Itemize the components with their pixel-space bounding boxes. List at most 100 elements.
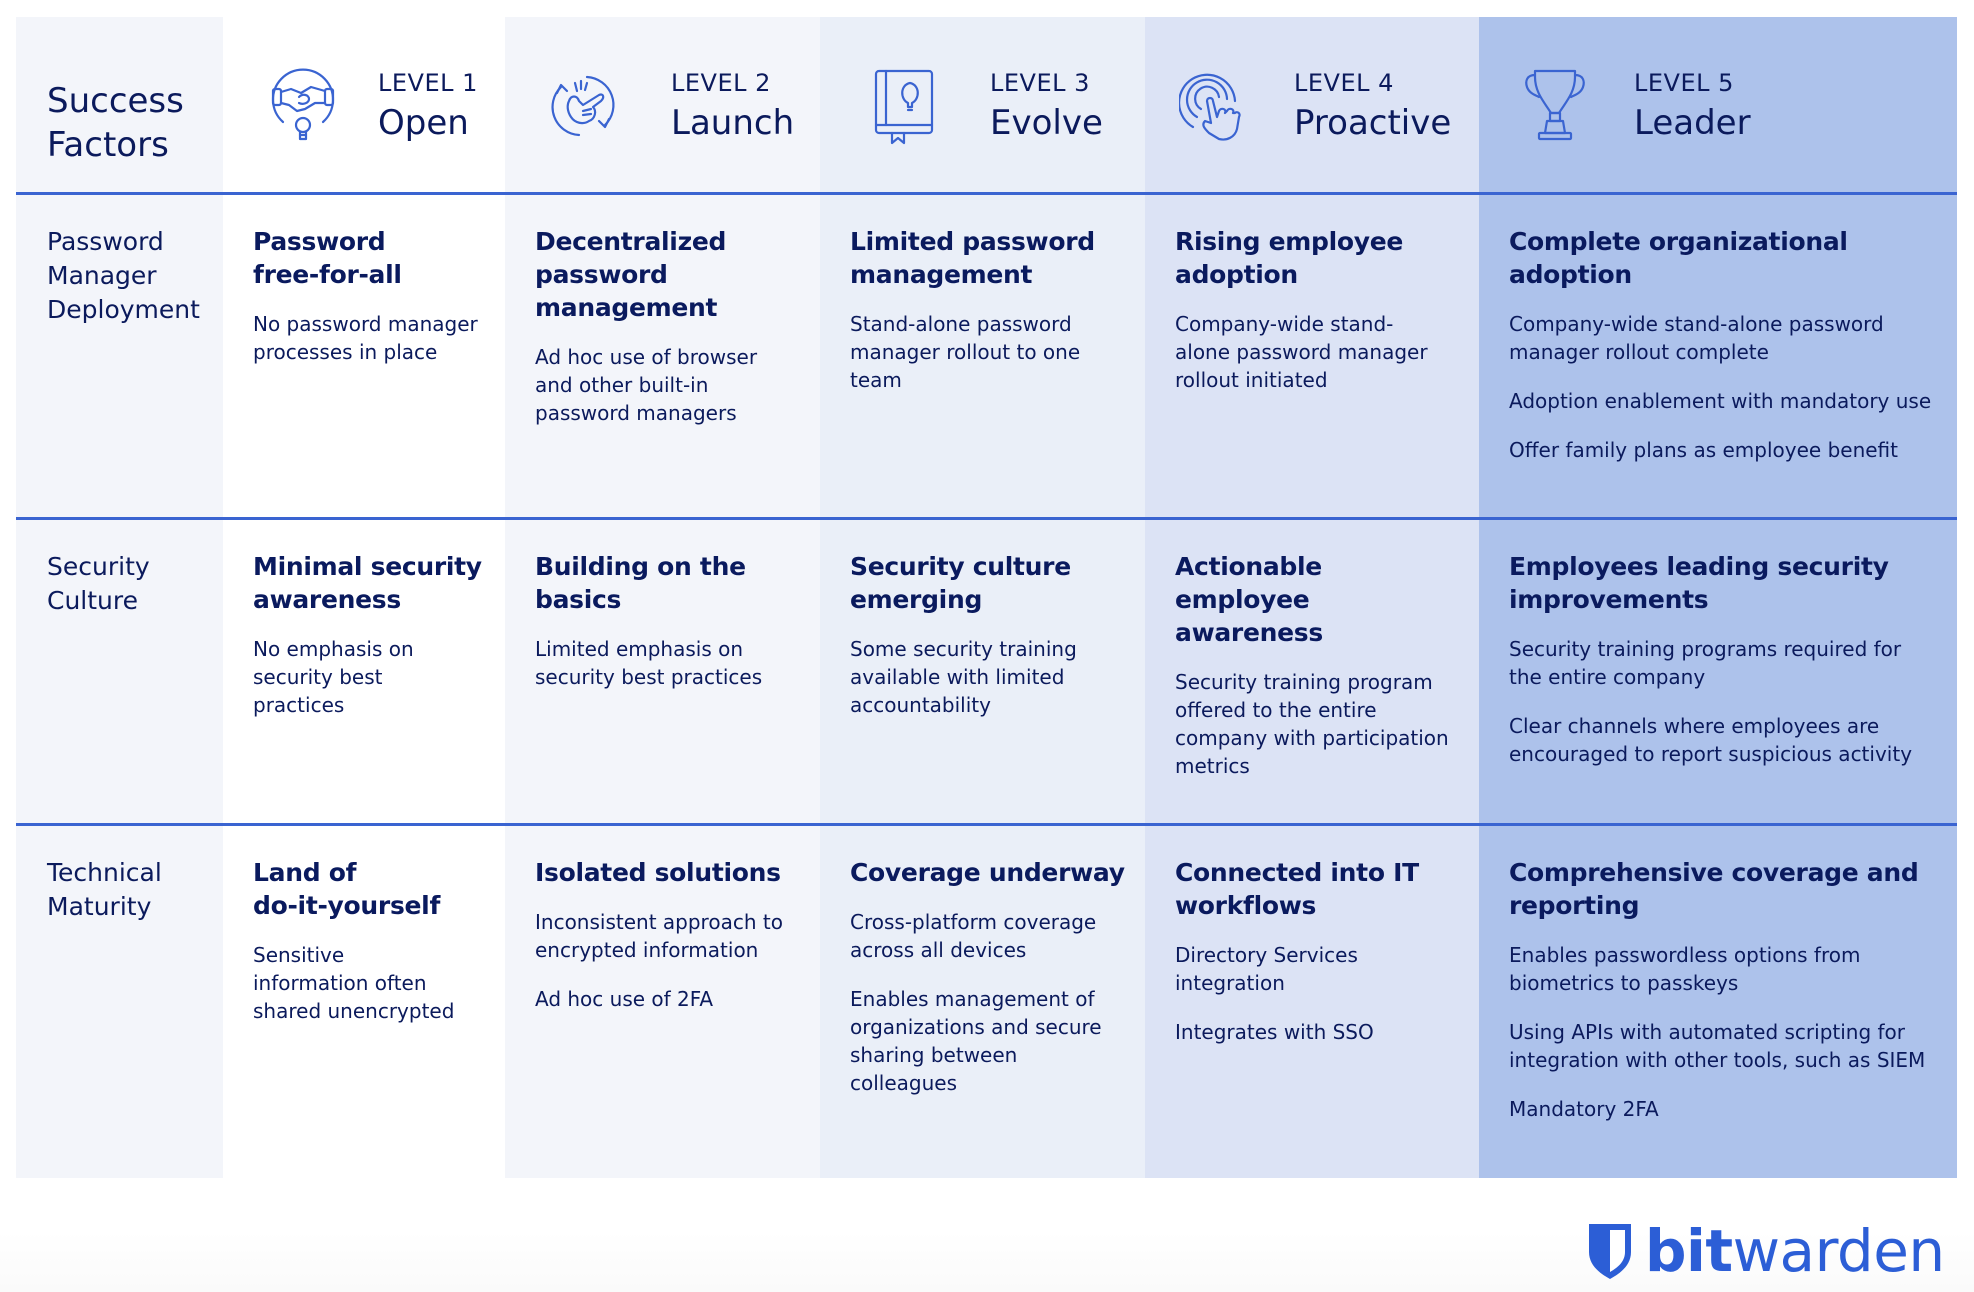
cell-title-line: Land of (253, 858, 357, 887)
cell-culture-level-2: Building on the basics Limited emphasis … (505, 520, 820, 826)
level-name: Launch (671, 103, 795, 143)
logo-wordmark-bold: bit (1645, 1217, 1733, 1285)
factor-label-line: Maturity (47, 892, 152, 921)
cell-title-line: awareness (1175, 618, 1323, 647)
cell-title: Building on the basics (535, 550, 800, 616)
level-name: Proactive (1294, 103, 1452, 143)
cell-title-line: Isolated solutions (535, 858, 781, 887)
cell-description: Inconsistent approach to encrypted infor… (535, 910, 783, 962)
level-number: LEVEL 3 (990, 69, 1090, 97)
touch-tap-icon (1179, 73, 1241, 141)
level-number: LEVEL 1 (378, 69, 478, 97)
header-level-3: LEVEL 3 Evolve (820, 17, 1145, 195)
cell-title-line: Password (253, 227, 386, 256)
cell-description: Mandatory 2FA (1509, 1097, 1659, 1121)
cell-culture-level-1: Minimal security awareness No emphasis o… (223, 520, 505, 826)
snap-fingers-cycle-icon (551, 75, 615, 137)
cell-description: No emphasis on security best practices (253, 637, 414, 717)
cell-description: Limited emphasis on security best practi… (535, 637, 763, 689)
cell-deployment-level-3: Limited password management Stand-alone … (820, 195, 1145, 520)
cell-description: Company-wide stand-alone password manage… (1175, 312, 1428, 392)
level-number: LEVEL 2 (671, 69, 771, 97)
cell-title-line: Building on the (535, 552, 746, 581)
cell-title: Minimal security awareness (253, 550, 485, 616)
cell-description: Company-wide stand-alone password manage… (1509, 312, 1884, 364)
cell-title-line: management (535, 293, 718, 322)
cell-description: Ad hoc use of browser and other built-in… (535, 345, 758, 425)
cell-title: Connected into IT workflows (1175, 856, 1459, 922)
factor-label-line: Culture (47, 586, 139, 615)
cell-title-line: Decentralized (535, 227, 727, 256)
cell-technical-level-1: Land of do-it-yourself Sensitive informa… (223, 826, 505, 1178)
book-lightbulb-icon (874, 69, 934, 145)
cell-title-line: Minimal security (253, 552, 482, 581)
cell-description: Sensitive information often shared unenc… (253, 943, 455, 1023)
bitwarden-logo: bitwarden (1587, 1221, 1945, 1281)
cell-title: Employees leading security improvements (1509, 550, 1937, 616)
cell-deployment-level-4: Rising employee adoption Company-wide st… (1145, 195, 1479, 520)
cell-culture-level-5: Employees leading security improvements … (1479, 520, 1957, 826)
maturity-model-table: Success Factors LEVEL 1 Open LEVEL 2 Lau… (16, 17, 1957, 1178)
cell-title: Land of do-it-yourself (253, 856, 485, 922)
header-level-4: LEVEL 4 Proactive (1145, 17, 1479, 195)
cell-title-line: Limited password (850, 227, 1095, 256)
header-level-1: LEVEL 1 Open (223, 17, 505, 195)
factor-label-line: Technical (47, 858, 162, 887)
level-number: LEVEL 4 (1294, 69, 1394, 97)
cell-description: Some security training available with li… (850, 637, 1077, 717)
handshake-lightbulb-icon (271, 68, 335, 141)
cell-description: Stand-alone password manager rollout to … (850, 312, 1081, 392)
cell-title: Decentralized password management (535, 225, 800, 324)
level-name: Open (378, 103, 469, 143)
cell-title-line: management (850, 260, 1033, 289)
cell-title-line: basics (535, 585, 622, 614)
cell-title: Limited password management (850, 225, 1125, 291)
level-name: Evolve (990, 103, 1103, 143)
cell-title-line: adoption (1509, 260, 1632, 289)
cell-description: Ad hoc use of 2FA (535, 987, 714, 1011)
cell-title-line: awareness (253, 585, 401, 614)
cell-description: Clear channels where employees are encou… (1509, 714, 1913, 766)
cell-title-line: Security culture (850, 552, 1071, 581)
factor-label-line: Password (47, 227, 164, 256)
cell-title-line: password (535, 260, 668, 289)
cell-title: Actionable employee awareness (1175, 550, 1459, 649)
cell-title-line: Comprehensive coverage and (1509, 858, 1919, 887)
level-number: LEVEL 5 (1634, 69, 1734, 97)
cell-deployment-level-5: Complete organizational adoption Company… (1479, 195, 1957, 520)
cell-description: Using APIs with automated scripting for … (1509, 1020, 1926, 1072)
cell-title-line: Connected into IT (1175, 858, 1419, 887)
cell-title: Comprehensive coverage and reporting (1509, 856, 1937, 922)
cell-title-line: do-it-yourself (253, 891, 441, 920)
header-success-factors: Success Factors (16, 17, 223, 195)
cell-title: Coverage underway (850, 856, 1125, 889)
cell-description: No password manager processes in place (253, 312, 478, 364)
cell-description: Offer family plans as employee benefit (1509, 438, 1898, 462)
factor-password-manager-deployment: Password Manager Deployment (16, 195, 223, 520)
trophy-icon (1525, 69, 1585, 141)
factor-security-culture: Security Culture (16, 520, 223, 826)
cell-title: Password free-for-all (253, 225, 485, 291)
cell-culture-level-4: Actionable employee awareness Security t… (1145, 520, 1479, 826)
shield-icon (1589, 1224, 1631, 1279)
factor-label-line: Security (47, 552, 150, 581)
cell-title-line: improvements (1509, 585, 1709, 614)
success-factors-title-line1: Success (47, 81, 184, 121)
cell-title: Security culture emerging (850, 550, 1125, 616)
cell-description: Cross-platform coverage across all devic… (850, 910, 1097, 962)
cell-title-line: reporting (1509, 891, 1640, 920)
cell-culture-level-3: Security culture emerging Some security … (820, 520, 1145, 826)
factor-label-line: Deployment (47, 295, 200, 324)
cell-technical-level-2: Isolated solutions Inconsistent approach… (505, 826, 820, 1178)
cell-technical-level-5: Comprehensive coverage and reporting Ena… (1479, 826, 1957, 1178)
cell-title: Complete organizational adoption (1509, 225, 1937, 291)
cell-title: Isolated solutions (535, 856, 800, 889)
cell-title: Rising employee adoption (1175, 225, 1459, 291)
cell-description: Directory Services integration (1175, 943, 1358, 995)
cell-deployment-level-2: Decentralized password management Ad hoc… (505, 195, 820, 520)
cell-description: Security training program offered to the… (1175, 670, 1449, 778)
header-level-5: LEVEL 5 Leader (1479, 17, 1957, 195)
factor-label-line: Manager (47, 261, 157, 290)
cell-description: Security training programs required for … (1509, 637, 1902, 689)
cell-title-line: adoption (1175, 260, 1298, 289)
